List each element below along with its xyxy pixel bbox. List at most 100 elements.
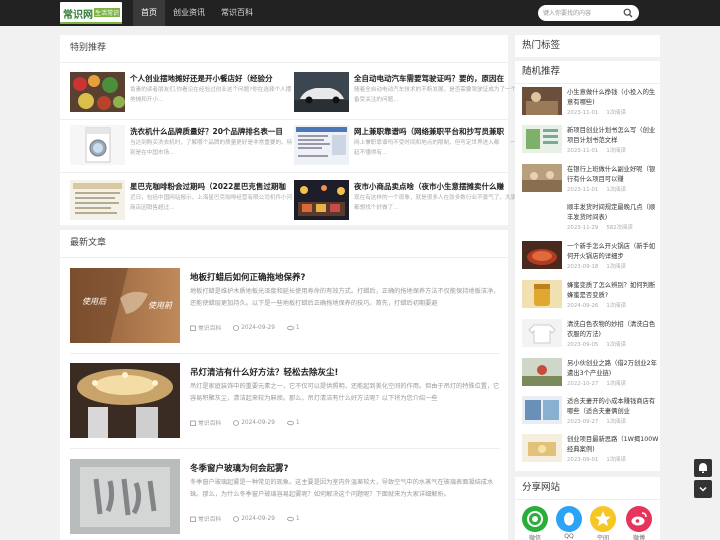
- nav-item-startup-news[interactable]: 创业资讯: [165, 0, 213, 26]
- random-thumbnail[interactable]: [522, 164, 562, 192]
- chevron-down-icon: [699, 486, 707, 492]
- article-thumbnail-foggy-window[interactable]: [70, 459, 180, 534]
- share-qq-button[interactable]: [556, 506, 582, 532]
- article-meta: 常识百科 2024-09-29 1: [190, 323, 300, 332]
- article-item[interactable]: 吊灯清洁有什么好方法？轻松去除灰尘! 吊灯是家庭装饰中的重要元素之一，它不仅可以…: [70, 363, 500, 449]
- random-title[interactable]: 适合夫妻开的小成本赚钱商店有哪些（适合夫妻俩创业: [567, 397, 659, 417]
- share-wechat-button[interactable]: [522, 506, 548, 532]
- random-thumbnail[interactable]: [522, 241, 562, 269]
- article-category[interactable]: 常识百科: [190, 514, 221, 523]
- main-nav: 首页 创业资讯 常识百科: [133, 0, 261, 26]
- site-logo[interactable]: 常识网 生活常识: [60, 2, 122, 24]
- random-title[interactable]: 在银行上班做什么副业好呢（银行有什么项目可以赚: [567, 165, 659, 185]
- eye-icon: [287, 420, 294, 425]
- article-title[interactable]: 冬季窗户玻璃为何会起雾?: [190, 462, 288, 474]
- random-title[interactable]: 创业项目最新思路（1W揭100W经典案例): [567, 435, 659, 455]
- featured-desc: 当达到购买洗衣机时，了解哪个品牌的质量更好是非常重要的。特别是在中国市场...: [130, 140, 293, 156]
- random-title[interactable]: 蜂蜜变质了怎么辨别？如何判断蜂蜜是否变质?: [567, 281, 659, 301]
- featured-title[interactable]: 个人创业摆地摊好还是开小餐店好（经验分: [130, 73, 295, 84]
- featured-desc: 肯素的读者朋友们,你看见在经验过创业这个问题?你在选择个人摆地摊和开小...: [130, 87, 292, 103]
- featured-desc: 现在有这样的一个现象，就是很多人在张多数行业不景气了，大家都想找个好做了...: [354, 195, 517, 211]
- random-date: 2023-11-01 1次阅读: [567, 187, 626, 193]
- featured-desc: 随着全自动电动汽车技术的不断发展，是否需要驾驶证成为了一个备受关注的问题...: [354, 87, 517, 103]
- random-thumbnail[interactable]: [522, 396, 562, 424]
- random-thumbnail[interactable]: [522, 434, 562, 462]
- featured-thumbnail-market[interactable]: [70, 72, 125, 112]
- random-title[interactable]: 另小伙创业之路（借2万创业2年遭出3个产业链): [567, 359, 659, 379]
- article-thumbnail-chandelier[interactable]: [70, 363, 180, 438]
- random-item[interactable]: 适合夫妻开的小成本赚钱商店有哪些（适合夫妻俩创业 2023-09-27 1次阅读: [522, 396, 662, 432]
- divider: [70, 353, 500, 354]
- article-desc: 冬季窗户玻璃起雾是一种常见的现象。这主要是因为室内外温差较大，导致空气中的水蒸气…: [190, 479, 494, 498]
- featured-title[interactable]: 星巴克咖啡粉会过期吗（2022星巴克售过期咖: [130, 181, 295, 192]
- random-item[interactable]: 创业项目最新思路（1W揭100W经典案例) 2023-09-01 1次阅读: [522, 434, 662, 470]
- random-thumbnail[interactable]: [522, 358, 562, 386]
- folder-icon: [190, 516, 196, 522]
- random-thumbnail[interactable]: [522, 87, 562, 115]
- featured-title[interactable]: 夜市小商品卖点啥（夜市小生意摆摊卖什么赚: [354, 181, 519, 192]
- nav-item-home[interactable]: 首页: [133, 0, 165, 26]
- share-qzone-button[interactable]: [590, 506, 616, 532]
- featured-thumbnail-document[interactable]: [70, 180, 125, 220]
- article-category[interactable]: 常识百科: [190, 323, 221, 332]
- logo-text: 常识网: [63, 10, 93, 21]
- divider: [515, 83, 660, 84]
- random-item[interactable]: 在银行上班做什么副业好呢（银行有什么项目可以赚 2023-11-01 1次阅读: [522, 164, 662, 200]
- thumbnail-label-after: 使用后: [82, 297, 106, 306]
- featured-title[interactable]: 全自动电动汽车需要驾驶证吗？要的，原因在: [354, 73, 519, 84]
- featured-item[interactable]: 夜市小商品卖点啥（夜市小生意摆摊卖什么赚 现在有这样的一个现象，就是很多人在张多…: [294, 180, 518, 232]
- random-date: 2024-09-26 1次阅读: [567, 303, 626, 309]
- random-title[interactable]: 新项目创业计划书怎么写（创业项目计划书范文样: [567, 126, 659, 146]
- random-thumbnail[interactable]: [522, 319, 562, 347]
- featured-item[interactable]: 网上兼职靠谱吗（网络兼职平台和抄写员兼职 网上兼职靠谱吗不受时间和地点的限制，但…: [294, 125, 518, 177]
- clock-icon: [233, 515, 240, 522]
- hot-tags-panel: 热门标签: [515, 35, 660, 57]
- featured-item[interactable]: 个人创业摆地摊好还是开小餐店好（经验分 肯素的读者朋友们,你看见在经验过创业这个…: [70, 72, 294, 124]
- random-date: 2023-11-29 582次阅读: [567, 225, 633, 231]
- featured-thumbnail-car[interactable]: [294, 72, 349, 112]
- random-date: 2022-10-27 1次阅读: [567, 381, 626, 387]
- nav-item-encyclopedia[interactable]: 常识百科: [213, 0, 261, 26]
- article-category[interactable]: 常识百科: [190, 418, 221, 427]
- random-thumbnail[interactable]: [522, 125, 562, 153]
- share-weibo-button[interactable]: [626, 506, 652, 532]
- star-icon: [595, 511, 611, 526]
- random-item[interactable]: 清洗白色衣物的妙招（清洗白色衣服的方法) 2023-09-05 1次阅读: [522, 319, 662, 355]
- featured-thumbnail-washer[interactable]: [70, 125, 125, 165]
- random-title[interactable]: 顺丰发货时间规定最晚几点（顺丰发货时间表): [567, 203, 659, 223]
- article-item[interactable]: 冬季窗户玻璃为何会起雾? 冬季窗户玻璃起雾是一种常见的现象。这主要是因为室内外温…: [70, 459, 500, 540]
- featured-thumbnail-webpage[interactable]: [294, 125, 349, 165]
- featured-title[interactable]: 洗衣机什么品牌质量好？20个品牌排名表一目: [130, 126, 295, 137]
- random-item[interactable]: 顺丰发货时间规定最晚几点（顺丰发货时间表) 2023-11-29 582次阅读: [522, 202, 662, 238]
- random-item[interactable]: 一个新手怎么开火锅店（新手如何开火锅店的详细步 2023-09-18 1次阅读: [522, 241, 662, 277]
- random-item[interactable]: 新项目创业计划书怎么写（创业项目计划书范文样 2023-11-01 1次阅读: [522, 125, 662, 161]
- article-desc: 吊灯是家庭装饰中的重要元素之一，它不仅可以提供照明，还能起到美化空间的作用。但由…: [190, 383, 500, 402]
- random-date: 2023-11-01 1次阅读: [567, 110, 626, 116]
- article-thumbnail-floor[interactable]: 使用后 使用前: [70, 268, 180, 343]
- random-title[interactable]: 清洗白色衣物的妙招（清洗白色衣服的方法): [567, 320, 659, 340]
- featured-thumbnail-night-market[interactable]: [294, 180, 349, 220]
- article-title[interactable]: 地板打蜡后如何正确拖地保养?: [190, 271, 305, 283]
- article-views: 1: [287, 514, 300, 523]
- eye-icon: [287, 325, 294, 330]
- article-date: 2024-09-29: [233, 418, 275, 427]
- folder-icon: [190, 420, 196, 426]
- featured-item[interactable]: 洗衣机什么品牌质量好？20个品牌排名表一目 当达到购买洗衣机时，了解哪个品牌的质…: [70, 125, 294, 177]
- article-title[interactable]: 吊灯清洁有什么好方法？轻松去除灰尘!: [190, 366, 338, 378]
- search-input[interactable]: [543, 7, 621, 19]
- divider: [60, 172, 508, 173]
- scroll-down-button[interactable]: [694, 480, 712, 498]
- random-title[interactable]: 小生意做什么挣钱（小投入的生意有哪些): [567, 88, 659, 108]
- random-date: 2023-09-05 1次阅读: [567, 342, 626, 348]
- random-thumbnail[interactable]: [522, 280, 562, 308]
- random-item[interactable]: 蜂蜜变质了怎么辨别？如何判断蜂蜜是否变质? 2024-09-26 1次阅读: [522, 280, 662, 316]
- featured-item[interactable]: 星巴克咖啡粉会过期吗（2022星巴克售过期咖 近日，包括中国网站报示，上海星巴克…: [70, 180, 294, 232]
- featured-title[interactable]: 网上兼职靠谱吗（网络兼职平台和抄写员兼职: [354, 126, 519, 137]
- random-item[interactable]: 小生意做什么挣钱（小投入的生意有哪些) 2023-11-01 1次阅读: [522, 87, 662, 123]
- search-icon[interactable]: [623, 8, 633, 18]
- random-title[interactable]: 一个新手怎么开火锅店（新手如何开火锅店的详细步: [567, 242, 659, 262]
- featured-item[interactable]: 全自动电动汽车需要驾驶证吗？要的，原因在 随着全自动电动汽车技术的不断发展，是否…: [294, 72, 518, 124]
- float-notice-button[interactable]: [694, 459, 712, 477]
- random-item[interactable]: 另小伙创业之路（借2万创业2年遭出3个产业链) 2022-10-27 1次阅读: [522, 358, 662, 394]
- article-item[interactable]: 使用后 使用前 地板打蜡后如何正确拖地保养? 地板打蜡是维护木质地板光泽度和延长…: [70, 268, 500, 354]
